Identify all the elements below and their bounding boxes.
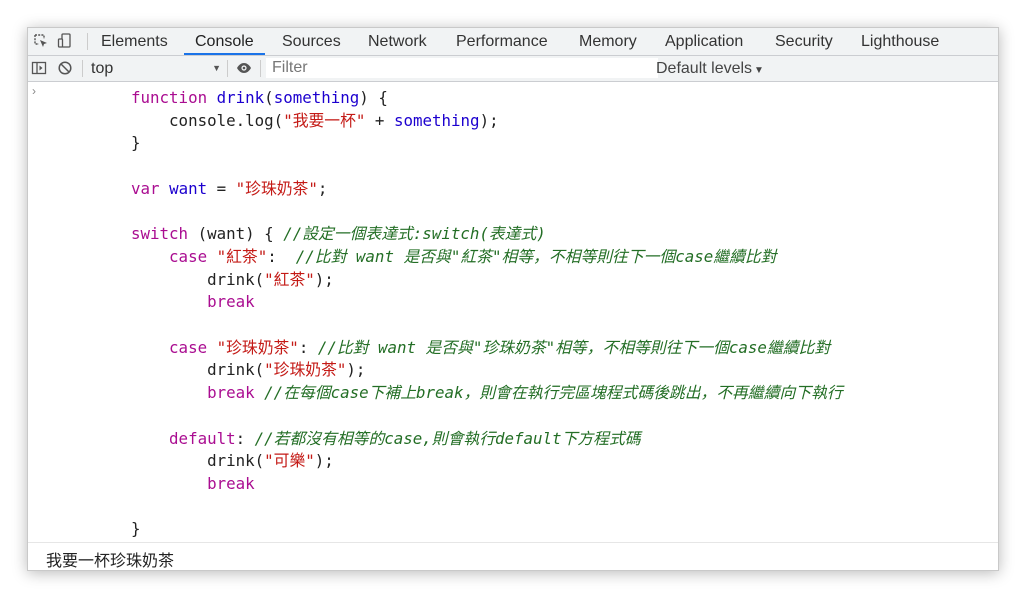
variable: want <box>169 178 208 198</box>
toolbar-divider <box>82 60 83 77</box>
keyword: case <box>169 337 208 357</box>
tab-elements[interactable]: Elements <box>90 28 179 55</box>
inspect-element-icon[interactable] <box>32 32 50 50</box>
devtools-tab-bar: Elements Console Sources Network Perform… <box>28 28 998 56</box>
clear-console-icon[interactable] <box>56 59 74 77</box>
code-text: } <box>131 133 141 153</box>
string-literal: "紅茶" <box>264 269 315 289</box>
string-literal: "珍珠奶茶" <box>216 337 299 357</box>
keyword: switch <box>131 224 189 244</box>
code-text: ); <box>314 451 334 471</box>
code-text: ); <box>314 269 334 289</box>
tab-memory[interactable]: Memory <box>568 28 648 55</box>
function-name: drink <box>216 88 265 107</box>
tab-console[interactable]: Console <box>184 28 265 55</box>
console-output-row: 我要一杯珍珠奶茶 <box>28 542 998 570</box>
code-text: ); <box>346 360 366 380</box>
code-text: : <box>235 428 255 448</box>
code-text: + <box>365 110 394 130</box>
keyword: break <box>207 383 255 403</box>
filter-input[interactable] <box>266 58 658 78</box>
log-levels-label: Default levels <box>656 60 753 77</box>
console-toolbar: top ▼ Default levels▼ <box>28 56 998 82</box>
code-text: (want) { <box>188 224 284 244</box>
dropdown-arrow-icon: ▼ <box>212 63 221 73</box>
variable: something <box>393 110 480 130</box>
tab-network[interactable]: Network <box>357 28 438 55</box>
code-text: console.log( <box>169 110 284 130</box>
code-comment: //設定一個表達式:switch(表達式) <box>283 224 546 244</box>
code-comment: //若都沒有相等的case,則會執行default下方程式碼 <box>254 428 641 448</box>
live-expression-eye-icon[interactable] <box>235 59 253 77</box>
keyword: break <box>207 292 255 312</box>
tab-lighthouse[interactable]: Lighthouse <box>850 28 950 55</box>
tab-performance[interactable]: Performance <box>445 28 559 55</box>
toolbar-divider <box>260 60 261 77</box>
dropdown-arrow-icon: ▼ <box>754 65 764 76</box>
string-literal: "可樂" <box>264 451 315 471</box>
keyword: break <box>207 473 255 493</box>
code-text: : <box>298 337 318 357</box>
code-text: drink( <box>207 451 265 471</box>
code-text: ( <box>264 88 274 107</box>
tab-bar-divider <box>87 33 88 50</box>
string-literal: "紅茶" <box>216 246 268 266</box>
keyword: default <box>169 428 236 448</box>
toolbar-divider <box>227 60 228 77</box>
tab-security[interactable]: Security <box>764 28 844 55</box>
string-literal: "珍珠奶茶" <box>235 178 318 198</box>
context-selector-value: top <box>91 60 114 77</box>
code-comment: //比對 want 是否與"珍珠奶茶"相等，不相等則往下一個case繼續比對 <box>317 337 831 357</box>
code-text: ; <box>317 178 328 198</box>
code-comment: //在每個case下補上break，則會在執行完區塊程式碼後跳出，不再繼續向下執… <box>264 383 843 403</box>
code-text: = <box>207 178 236 198</box>
parameter: something <box>273 88 360 107</box>
code-text: drink( <box>207 360 265 380</box>
input-echo-chevron-icon: › <box>32 84 36 98</box>
context-selector[interactable]: top ▼ <box>91 56 221 81</box>
string-literal: "珍珠奶茶" <box>264 360 347 380</box>
console-log-area[interactable]: › function drink(something) { console.lo… <box>28 82 998 542</box>
keyword: case <box>169 246 208 266</box>
code-text: } <box>131 519 141 539</box>
sidebar-toggle-icon[interactable] <box>30 59 48 77</box>
code-text: : <box>267 246 296 266</box>
tab-sources[interactable]: Sources <box>271 28 352 55</box>
code-block: function drink(something) { console.log(… <box>131 87 843 541</box>
keyword: var <box>131 178 160 198</box>
console-output-text: 我要一杯珍珠奶茶 <box>46 553 175 570</box>
devtools-window: Elements Console Sources Network Perform… <box>27 27 999 571</box>
tab-application[interactable]: Application <box>654 28 754 55</box>
device-toolbar-icon[interactable] <box>56 32 74 50</box>
code-text: drink( <box>207 269 265 289</box>
code-text: ) { <box>359 88 388 107</box>
log-levels-dropdown[interactable]: Default levels ▼ <box>656 56 764 81</box>
code-comment: //比對 want 是否與"紅茶"相等，不相等則往下一個case繼續比對 <box>295 246 777 266</box>
keyword: function <box>131 88 208 107</box>
code-text: ); <box>479 110 499 130</box>
string-literal: "我要一杯" <box>283 110 366 130</box>
